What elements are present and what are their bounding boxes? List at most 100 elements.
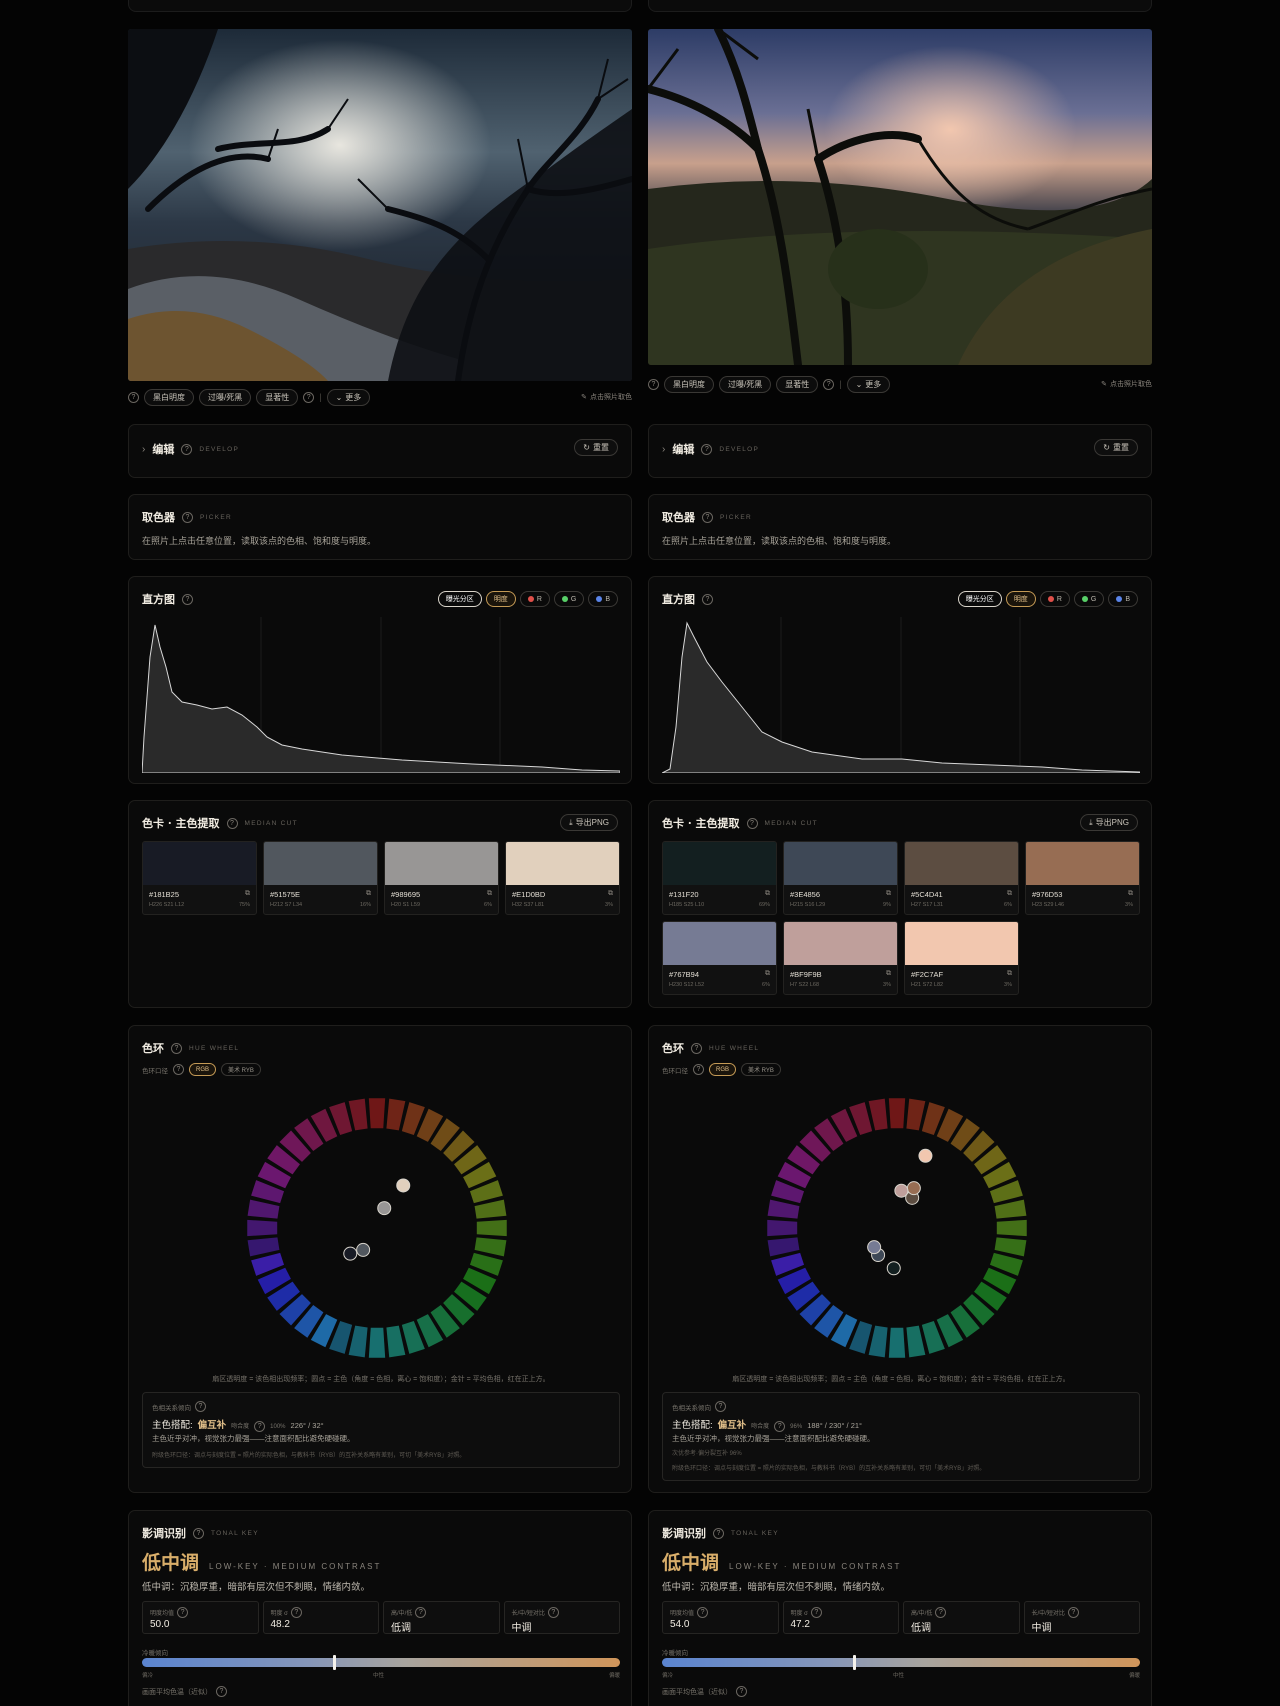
tab-g[interactable]: G bbox=[553, 591, 585, 607]
chip-bw[interactable]: 黑白明度 bbox=[664, 375, 714, 393]
copy-icon[interactable]: ⧉ bbox=[1007, 970, 1012, 978]
color-swatch[interactable]: #989695 ⧉ H20 S1 L59 6% bbox=[384, 841, 499, 915]
chip-clip[interactable]: 过曝/死黑 bbox=[719, 375, 772, 393]
dominant-color-dot[interactable] bbox=[918, 1148, 933, 1163]
help-icon[interactable]: ? bbox=[415, 1607, 427, 1618]
card-title: 直方图 bbox=[142, 593, 175, 606]
color-swatch[interactable]: #BF9F9B ⧉ H7 S22 L68 3% bbox=[783, 921, 898, 995]
color-swatch[interactable]: #131F20 ⧉ H185 S25 L10 69% bbox=[662, 841, 777, 915]
export-png-button[interactable]: ⤓ 导出PNG bbox=[1080, 814, 1138, 831]
export-png-button[interactable]: ⤓ 导出PNG bbox=[560, 814, 618, 831]
reset-button[interactable]: ↻ 重置 bbox=[1094, 439, 1138, 456]
mode-rgb[interactable]: RGB bbox=[189, 1063, 217, 1076]
copy-icon[interactable]: ⧉ bbox=[1007, 890, 1012, 898]
help-icon[interactable]: ? bbox=[1067, 1607, 1079, 1618]
photo-preview[interactable] bbox=[648, 29, 1152, 365]
card-subtitle: HUE WHEEL bbox=[709, 1044, 760, 1052]
help-icon[interactable]: ? bbox=[182, 593, 193, 605]
chip-clip[interactable]: 过曝/死黑 bbox=[199, 388, 252, 406]
copy-icon[interactable]: ⧉ bbox=[366, 890, 371, 898]
copy-icon[interactable]: ⧉ bbox=[608, 890, 613, 898]
chip-saliency[interactable]: 显著性 bbox=[256, 388, 299, 406]
help-icon[interactable]: ? bbox=[746, 817, 758, 829]
color-swatch[interactable]: #181B25 ⧉ H226 S21 L12 75% bbox=[142, 841, 257, 915]
chevron-right-icon[interactable]: › bbox=[142, 444, 145, 455]
mode-ryb[interactable]: 美术 RYB bbox=[221, 1063, 261, 1076]
dominant-color-dot[interactable] bbox=[356, 1242, 371, 1257]
help-icon[interactable]: ? bbox=[823, 378, 835, 390]
help-icon[interactable]: ? bbox=[290, 1607, 302, 1618]
color-swatch[interactable]: #976D53 ⧉ H23 S29 L46 3% bbox=[1025, 841, 1140, 915]
help-icon[interactable]: ? bbox=[216, 1686, 227, 1697]
color-swatch[interactable]: #767B94 ⧉ H230 S12 L52 6% bbox=[662, 921, 777, 995]
help-icon[interactable]: ? bbox=[303, 391, 315, 403]
tab-g[interactable]: G bbox=[1073, 591, 1105, 607]
tab-r[interactable]: R bbox=[519, 591, 550, 607]
color-swatch[interactable]: #E1D0BD ⧉ H32 S37 L81 3% bbox=[505, 841, 620, 915]
help-icon[interactable]: ? bbox=[195, 1401, 206, 1412]
help-icon[interactable]: ? bbox=[177, 1607, 189, 1618]
help-icon[interactable]: ? bbox=[547, 1607, 559, 1618]
mode-ryb[interactable]: 美术 RYB bbox=[741, 1063, 781, 1076]
color-swatch[interactable]: #51575E ⧉ H212 S7 L34 16% bbox=[263, 841, 378, 915]
dominant-color-dot[interactable] bbox=[894, 1183, 909, 1198]
copy-icon[interactable]: ⧉ bbox=[765, 890, 770, 898]
help-icon[interactable]: ? bbox=[226, 817, 238, 829]
help-icon[interactable]: ? bbox=[774, 1421, 786, 1432]
tick-neutral: 中性 bbox=[893, 1673, 905, 1679]
help-icon[interactable]: ? bbox=[693, 1064, 704, 1075]
help-icon[interactable]: ? bbox=[691, 1042, 702, 1054]
help-icon[interactable]: ? bbox=[173, 1064, 184, 1075]
reset-button[interactable]: ↻ 重置 bbox=[574, 439, 618, 456]
color-swatch[interactable]: #3E4856 ⧉ H215 S16 L29 9% bbox=[783, 841, 898, 915]
help-icon[interactable]: ? bbox=[182, 511, 193, 523]
dominant-color-dot[interactable] bbox=[343, 1246, 358, 1261]
swatch-hex: #181B25 bbox=[149, 890, 180, 899]
tab-zones[interactable]: 曝光分区 bbox=[437, 591, 482, 607]
color-swatch[interactable]: #F2C7AF ⧉ H21 S72 L82 3% bbox=[904, 921, 1019, 995]
dominant-color-dot[interactable] bbox=[396, 1178, 411, 1193]
help-icon[interactable]: ? bbox=[713, 1527, 724, 1539]
help-icon[interactable]: ? bbox=[810, 1607, 822, 1618]
copy-icon[interactable]: ⧉ bbox=[765, 970, 770, 978]
tab-luma[interactable]: 明度 bbox=[1005, 591, 1036, 607]
chevron-right-icon[interactable]: › bbox=[662, 444, 665, 455]
dominant-color-dot[interactable] bbox=[867, 1240, 882, 1255]
dominant-color-dot[interactable] bbox=[906, 1181, 921, 1196]
tab-r[interactable]: R bbox=[1039, 591, 1070, 607]
copy-icon[interactable]: ⧉ bbox=[886, 890, 891, 898]
help-icon[interactable]: ? bbox=[254, 1421, 266, 1432]
more-button[interactable]: 更多 bbox=[846, 375, 891, 393]
help-icon[interactable]: ? bbox=[715, 1401, 726, 1412]
help-icon[interactable]: ? bbox=[648, 378, 659, 390]
chip-saliency[interactable]: 显著性 bbox=[776, 375, 819, 393]
tab-luma[interactable]: 明度 bbox=[485, 591, 516, 607]
copy-icon[interactable]: ⧉ bbox=[1128, 890, 1133, 898]
chip-bw[interactable]: 黑白明度 bbox=[144, 388, 194, 406]
copy-icon[interactable]: ⧉ bbox=[245, 890, 250, 898]
tab-b[interactable]: B bbox=[1108, 591, 1138, 607]
help-icon[interactable]: ? bbox=[171, 1042, 182, 1054]
help-icon[interactable]: ? bbox=[702, 511, 713, 523]
mode-rgb[interactable]: RGB bbox=[709, 1063, 737, 1076]
photo-preview[interactable] bbox=[128, 29, 632, 381]
photo-image[interactable] bbox=[128, 29, 632, 381]
help-icon[interactable]: ? bbox=[697, 1607, 709, 1618]
dominant-color-dot[interactable] bbox=[886, 1261, 901, 1276]
more-button[interactable]: 更多 bbox=[326, 388, 371, 406]
help-icon[interactable]: ? bbox=[701, 443, 713, 455]
copy-icon[interactable]: ⧉ bbox=[886, 970, 891, 978]
help-icon[interactable]: ? bbox=[736, 1686, 747, 1697]
color-swatch[interactable]: #5C4D41 ⧉ H27 S17 L31 6% bbox=[904, 841, 1019, 915]
help-icon[interactable]: ? bbox=[193, 1527, 204, 1539]
tab-b[interactable]: B bbox=[588, 591, 618, 607]
help-icon[interactable]: ? bbox=[935, 1607, 947, 1618]
help-icon[interactable]: ? bbox=[128, 391, 139, 403]
match-label: 主色搭配: bbox=[152, 1420, 193, 1431]
tab-zones[interactable]: 曝光分区 bbox=[957, 591, 1002, 607]
help-icon[interactable]: ? bbox=[702, 593, 713, 605]
help-icon[interactable]: ? bbox=[181, 443, 193, 455]
dominant-color-dot[interactable] bbox=[377, 1201, 392, 1216]
photo-image[interactable] bbox=[648, 29, 1152, 365]
copy-icon[interactable]: ⧉ bbox=[487, 890, 492, 898]
